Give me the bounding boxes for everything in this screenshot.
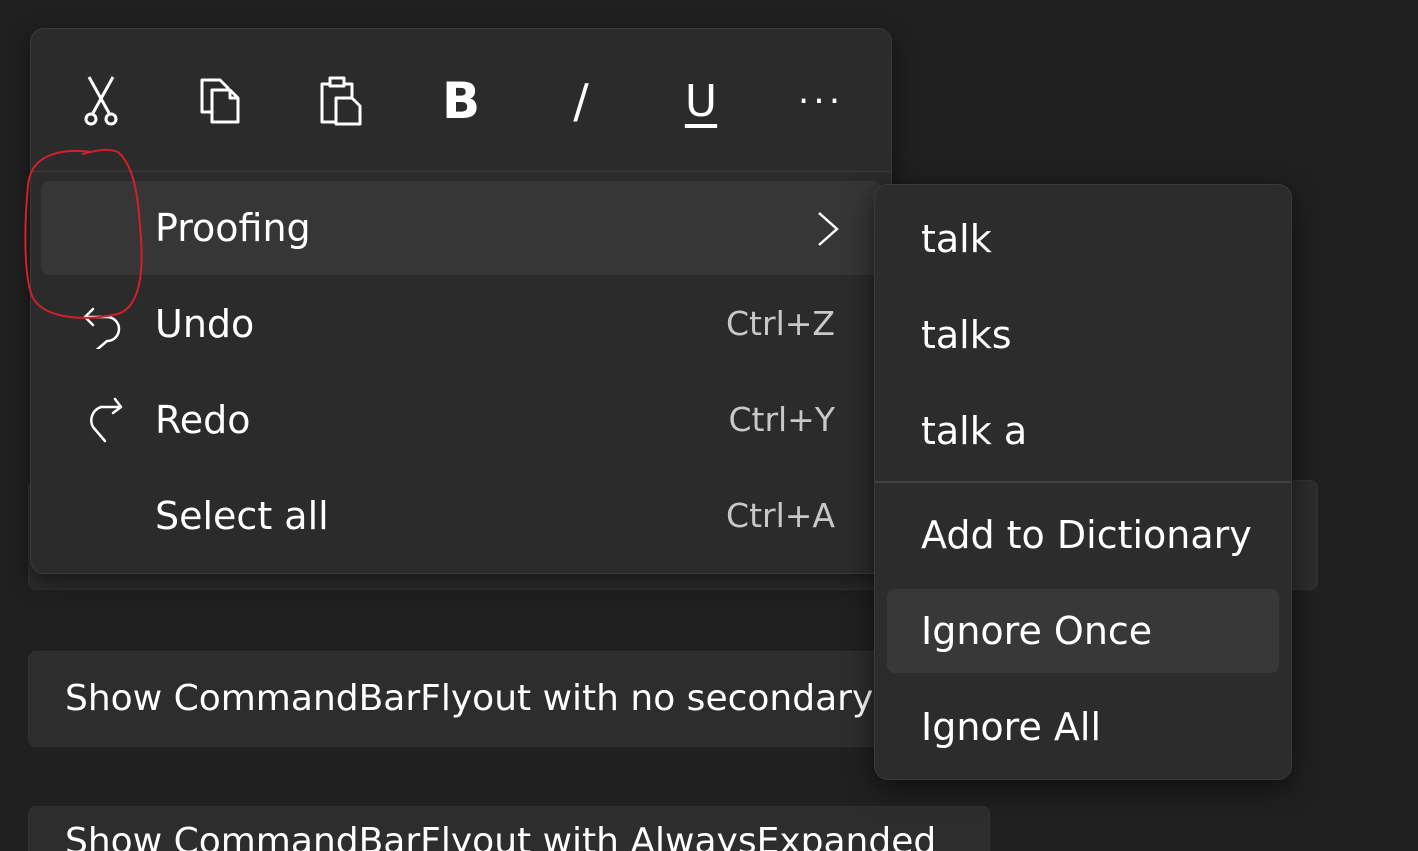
menu-item-select-all[interactable]: Select all Ctrl+A xyxy=(41,469,881,563)
bold-icon: B xyxy=(441,72,481,130)
menu-item-label: Undo xyxy=(155,302,255,346)
menu-item-label: Ignore Once xyxy=(921,609,1153,653)
show-flyout-always-expanded-button[interactable]: Show CommandBarFlyout with AlwaysExpande… xyxy=(28,806,990,851)
menu-item-label: Add to Dictionary xyxy=(921,513,1252,557)
menu-item-proofing[interactable]: Proofing xyxy=(41,181,881,275)
primary-commands-bar: B / U ··· xyxy=(31,29,891,172)
button-label: Show CommandBarFlyout with AlwaysExpande… xyxy=(65,821,937,851)
underline-icon: U xyxy=(684,75,718,127)
cut-icon xyxy=(84,76,118,126)
suggestion-item[interactable]: talk xyxy=(887,197,1279,281)
show-flyout-no-secondary-button[interactable]: Show CommandBarFlyout with no secondary … xyxy=(28,651,898,747)
proofing-submenu: talk talks talk a Add to Dictionary Igno… xyxy=(874,184,1292,780)
more-button[interactable]: ··· xyxy=(771,63,871,139)
more-icon: ··· xyxy=(797,80,845,122)
menu-item-undo[interactable]: Undo Ctrl+Z xyxy=(41,277,881,371)
menu-item-label: Select all xyxy=(155,494,329,538)
copy-button[interactable] xyxy=(171,63,271,139)
bold-button[interactable]: B xyxy=(411,63,511,139)
redo-icon xyxy=(90,397,123,443)
command-bar-flyout: B / U ··· Proofing Undo Ctrl+Z Redo Ctrl… xyxy=(30,28,892,574)
underline-button[interactable]: U xyxy=(651,63,751,139)
submenu-divider xyxy=(875,481,1291,483)
menu-item-label: Ignore All xyxy=(921,705,1102,749)
menu-item-label: Proofing xyxy=(155,206,311,250)
italic-button[interactable]: / xyxy=(531,63,631,139)
suggestion-item[interactable]: talk a xyxy=(887,389,1279,473)
suggestion-label: talk a xyxy=(921,409,1028,453)
paste-button[interactable] xyxy=(291,63,391,139)
italic-icon: / xyxy=(573,74,589,128)
cut-button[interactable] xyxy=(51,63,151,139)
menu-item-label: Redo xyxy=(155,398,251,442)
page: Show CommandBarFlyout with no secondary … xyxy=(0,0,1418,851)
menu-item-redo[interactable]: Redo Ctrl+Y xyxy=(41,373,881,467)
suggestion-item[interactable]: talks xyxy=(887,293,1279,377)
add-to-dictionary-item[interactable]: Add to Dictionary xyxy=(887,493,1279,577)
shortcut-text: Ctrl+A xyxy=(726,496,835,535)
shortcut-text: Ctrl+Z xyxy=(726,304,835,343)
ignore-all-item[interactable]: Ignore All xyxy=(887,685,1279,769)
suggestion-label: talks xyxy=(921,313,1012,357)
ignore-once-item[interactable]: Ignore Once xyxy=(887,589,1279,673)
shortcut-text: Ctrl+Y xyxy=(728,400,835,439)
paste-icon xyxy=(320,76,362,126)
chevron-right-icon xyxy=(818,212,839,246)
undo-icon xyxy=(83,307,121,349)
suggestion-label: talk xyxy=(921,217,992,261)
button-label: Show CommandBarFlyout with no secondary … xyxy=(65,678,897,719)
copy-icon xyxy=(200,78,240,124)
